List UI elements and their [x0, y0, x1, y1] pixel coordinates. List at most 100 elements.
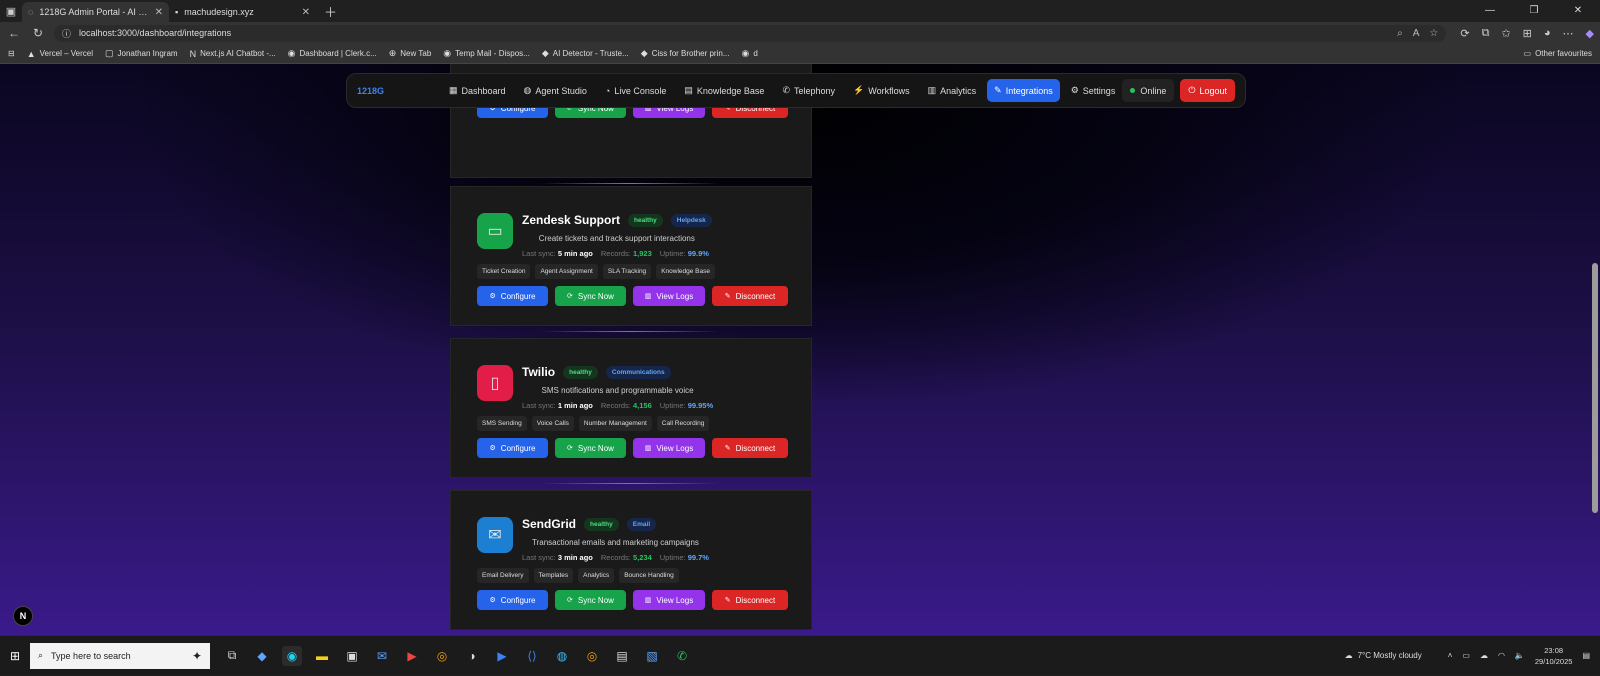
taskbar-search[interactable]: ⌕ Type here to search ✦ [30, 643, 210, 669]
address-bar[interactable]: ⓘ localhost:3000/dashboard/integrations … [54, 25, 1446, 42]
favorites-icon[interactable]: ✩ [1501, 27, 1510, 40]
bookmark-item[interactable]: ◉d [742, 48, 758, 59]
nav-link-settings[interactable]: ⚙Settings [1064, 79, 1123, 102]
records-value: 5,234 [633, 553, 652, 562]
view-logs-button[interactable]: ▥View Logs [633, 438, 705, 458]
bookmark-label: New Tab [400, 49, 431, 58]
sync-icon: ⟳ [567, 596, 573, 604]
nav-link-agent-studio[interactable]: ◍Agent Studio [517, 79, 594, 102]
network-icon[interactable]: ▭ [1462, 651, 1470, 660]
configure-button[interactable]: ⚙Configure [477, 438, 548, 458]
bookmark-label: Ciss for Brother prin... [652, 49, 730, 58]
chevron-up-icon[interactable]: ˄ [1448, 651, 1453, 660]
zoom-icon[interactable]: ⌕ [1397, 28, 1403, 39]
bookmark-label: Dashboard | Clerk.c... [300, 49, 377, 58]
unplug-icon: ✎ [725, 444, 731, 452]
nav-link-knowledge-base[interactable]: ▤Knowledge Base [677, 79, 771, 102]
close-tab-icon[interactable]: ✕ [302, 7, 310, 18]
back-icon[interactable]: ← [6, 26, 22, 40]
app-icon[interactable]: ◍ [552, 646, 572, 666]
extensions-icon[interactable]: ⧉ [1482, 27, 1490, 40]
more-menu-icon[interactable]: ⋯ [1563, 27, 1574, 40]
chrome-icon[interactable]: ◎ [432, 646, 452, 666]
view-logs-button[interactable]: ▥View Logs [633, 590, 705, 610]
logout-button[interactable]: ⏻ Logout [1180, 79, 1235, 102]
edge-browser-icon[interactable]: ◉ [282, 646, 302, 666]
status-badge: healthy [563, 366, 598, 379]
file-explorer-icon[interactable]: ▬ [312, 646, 332, 666]
integration-name: Twilio [522, 365, 555, 379]
configure-button[interactable]: ⚙Configure [477, 590, 548, 610]
bookmark-label: d [753, 49, 757, 58]
browser-tab[interactable]: ▪ machudesign.xyz ✕ [169, 2, 316, 22]
bookmark-item[interactable]: ▢Jonathan Ingram [105, 48, 178, 59]
volume-icon[interactable]: 🔈 [1515, 651, 1525, 660]
nav-link-analytics[interactable]: ▥Analytics [921, 79, 984, 102]
notifications-icon[interactable]: ▤ [1582, 651, 1590, 660]
page-scrollbar[interactable] [1592, 68, 1598, 631]
bookmark-item[interactable]: ◉Temp Mail - Dispos... [443, 48, 530, 59]
nav-link-label: Workflows [868, 86, 909, 96]
bookmark-item[interactable]: ◆AI Detector - Truste... [542, 48, 629, 59]
feature-tag: Analytics [578, 568, 614, 583]
youtube-icon[interactable]: ▶ [402, 646, 422, 666]
weather-widget[interactable]: ☁ 7°C Mostly cloudy [1345, 651, 1422, 660]
bookmark-item[interactable]: ◆Ciss for Brother prin... [641, 48, 730, 59]
nav-link-telephony[interactable]: ✆Telephony [775, 79, 842, 102]
uptime-value: 99.95% [688, 401, 713, 410]
reload-icon[interactable]: ↻ [30, 26, 46, 40]
sync-now-button[interactable]: ⟳Sync Now [555, 286, 626, 306]
refresh-extension-icon[interactable]: ⟳ [1460, 27, 1469, 40]
clock[interactable]: 23:08 29/10/2025 [1535, 645, 1573, 667]
scrollbar-thumb[interactable] [1592, 263, 1598, 513]
store-icon[interactable]: ▣ [342, 646, 362, 666]
nav-link-workflows[interactable]: ⚡Workflows [846, 79, 917, 102]
mail-icon[interactable]: ✉ [372, 646, 392, 666]
status-dot-icon [1130, 88, 1135, 93]
browser-tab-active[interactable]: ◌ 1218G Admin Portal - AI Voice A… ✕ [22, 2, 169, 22]
new-tab-icon[interactable]: ＋ [324, 2, 337, 21]
favorite-star-icon[interactable]: ☆ [1429, 28, 1438, 39]
browser-toolbar: ⟳ ⧉ ✩ ⊞ ◕ ⋯ ◆ [1460, 27, 1594, 40]
configure-button[interactable]: ⚙Configure [477, 286, 548, 306]
disconnect-button[interactable]: ✎Disconnect [712, 286, 788, 306]
other-favourites[interactable]: ▭ Other favourites [1524, 49, 1592, 58]
minimize-icon[interactable]: — [1468, 0, 1512, 22]
read-aloud-icon[interactable]: A [1413, 28, 1420, 39]
profile-avatar-icon[interactable]: ◕ [1544, 27, 1551, 40]
close-tab-icon[interactable]: ✕ [155, 7, 163, 18]
onedrive-icon[interactable]: ☁ [1480, 651, 1488, 660]
app-icon[interactable]: ▧ [642, 646, 662, 666]
notes-icon[interactable]: ▤ [612, 646, 632, 666]
copilot-icon[interactable]: ◆ [1586, 27, 1594, 40]
powershell-icon[interactable]: ▶ [492, 646, 512, 666]
sync-now-button[interactable]: ⟳Sync Now [555, 438, 626, 458]
copilot-app-icon[interactable]: ◆ [252, 646, 272, 666]
whatsapp-icon[interactable]: ✆ [672, 646, 692, 666]
vscode-icon[interactable]: ⟨⟩ [522, 646, 542, 666]
nav-link-dashboard[interactable]: ▦Dashboard [442, 79, 513, 102]
wifi-icon[interactable]: ◠ [1498, 651, 1505, 660]
bookmark-item[interactable]: ▲Vercel – Vercel [27, 48, 93, 59]
sync-now-button[interactable]: ⟳Sync Now [555, 590, 626, 610]
app-logo[interactable]: 1218G [357, 86, 442, 96]
nextjs-dev-badge[interactable]: N [13, 606, 33, 626]
chrome-icon[interactable]: ◎ [582, 646, 602, 666]
nav-link-live-console[interactable]: ◔Live Console [598, 80, 673, 102]
collections-icon[interactable]: ⊞ [1523, 27, 1532, 40]
disconnect-button[interactable]: ✎Disconnect [712, 438, 788, 458]
bookmarks-toggle-icon[interactable]: ⊟ [8, 49, 15, 58]
bookmark-item[interactable]: ⊕New Tab [389, 48, 432, 59]
integration-header: ▭Zendesk SupporthealthyHelpdeskCreate ti… [477, 213, 712, 258]
restore-icon[interactable]: ❐ [1512, 0, 1556, 22]
disconnect-button[interactable]: ✎Disconnect [712, 590, 788, 610]
windows-start-icon[interactable]: ⊞ [0, 636, 30, 676]
app-icon[interactable]: ◑ [462, 646, 482, 666]
close-window-icon[interactable]: ✕ [1556, 0, 1600, 22]
bookmark-item[interactable]: NNext.js AI Chatbot -... [190, 48, 276, 59]
view-logs-button[interactable]: ▥View Logs [633, 286, 705, 306]
bookmark-item[interactable]: ◉Dashboard | Clerk.c... [288, 48, 377, 59]
tab-actions-icon[interactable]: ▣ [0, 0, 22, 22]
task-view-icon[interactable]: ⧉ [222, 646, 242, 666]
nav-link-integrations[interactable]: ✎Integrations [987, 79, 1060, 102]
